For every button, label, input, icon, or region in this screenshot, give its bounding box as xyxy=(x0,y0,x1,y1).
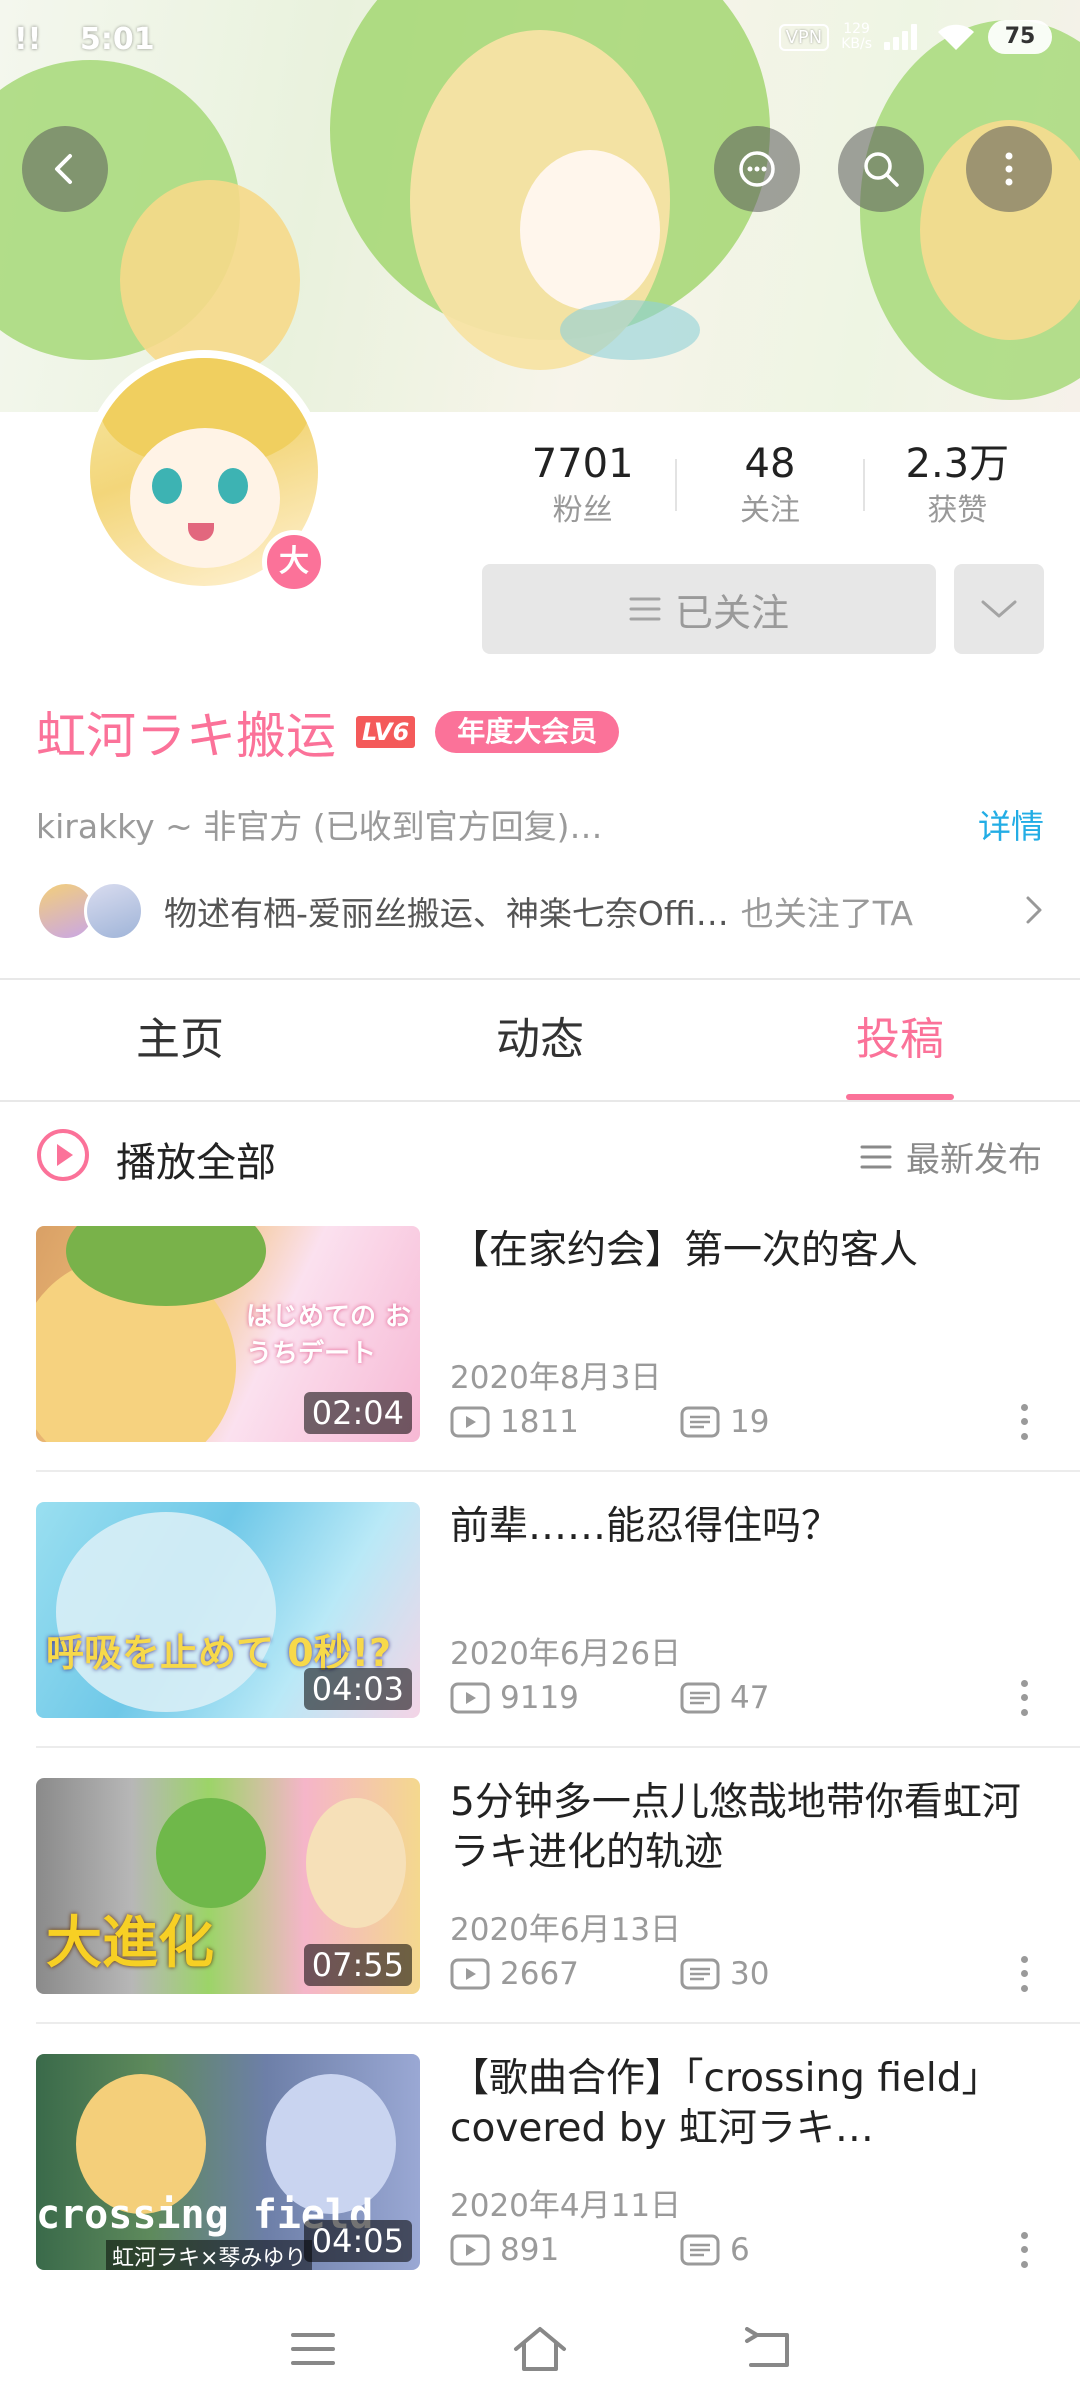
video-more-icon[interactable] xyxy=(1014,1676,1034,1720)
video-duration: 04:05 xyxy=(303,2220,412,2262)
video-more-icon[interactable] xyxy=(1014,1952,1034,1996)
video-duration: 07:55 xyxy=(303,1944,412,1986)
video-date: 2020年6月13日 xyxy=(450,1912,682,1948)
video-thumbnail[interactable]: はじめての おうちデート 02:04 xyxy=(36,1226,420,1442)
video-duration: 02:04 xyxy=(303,1392,412,1434)
home-button[interactable] xyxy=(510,2319,570,2379)
menu-icon xyxy=(291,2333,336,2365)
profile-tabs: 主页 动态 投稿 xyxy=(0,980,1080,1100)
sort-list-icon xyxy=(860,1145,892,1168)
vip-tag[interactable]: 年度大会员 xyxy=(435,711,620,753)
danmaku-count-icon xyxy=(680,1406,720,1438)
message-button[interactable] xyxy=(714,126,800,212)
likes-stat: 2.3万 获赞 xyxy=(905,441,1010,528)
vpn-indicator: VPN xyxy=(778,23,830,51)
video-item[interactable]: はじめての おうちデート 02:04 【在家约会】第一次的客人 2020年8月3… xyxy=(0,1226,1080,1502)
video-date: 2020年6月26日 xyxy=(450,1636,682,1672)
play-count-icon xyxy=(450,1682,490,1714)
play-count-icon xyxy=(450,2234,490,2266)
thumbnail-caption: 大進化 xyxy=(46,1911,214,1976)
profile-banner: !! 5:01 VPN 129 KB/s 75 xyxy=(0,0,1080,412)
video-title: 5分钟多一点儿悠哉地带你看虹河ラキ进化的轨迹 xyxy=(450,1780,1021,1875)
notification-indicator: !! xyxy=(14,22,42,57)
chevron-down-icon xyxy=(981,600,1017,618)
tab-uploads[interactable]: 投稿 xyxy=(720,980,1080,1100)
more-vertical-icon xyxy=(1005,152,1013,186)
system-nav-bar xyxy=(0,2290,1080,2408)
video-title: 【在家约会】第一次的客人 xyxy=(450,1228,919,1273)
list-header: 播放全部 最新发布 xyxy=(0,1102,1080,1212)
thumbnail-caption: はじめての おうちデート xyxy=(246,1302,412,1369)
vip-badge: 大 xyxy=(262,530,326,594)
mutual-avatars xyxy=(36,881,144,941)
video-item[interactable]: 大進化 07:55 5分钟多一点儿悠哉地带你看虹河ラキ进化的轨迹 2020年6月… xyxy=(0,1778,1080,2054)
video-more-icon[interactable] xyxy=(1014,2228,1034,2272)
recent-apps-button[interactable] xyxy=(283,2319,343,2379)
video-stats: 2667 30 xyxy=(450,1952,1050,1996)
back-nav-icon xyxy=(744,2327,789,2367)
expand-dropdown-button[interactable] xyxy=(954,564,1044,654)
back-button[interactable] xyxy=(22,126,108,212)
tab-dynamics[interactable]: 动态 xyxy=(360,980,720,1100)
following-stat[interactable]: 48 关注 xyxy=(677,439,862,531)
video-item[interactable]: 呼吸を止めて 0秒!? 04:03 前辈……能忍得住吗？ 2020年6月26日 … xyxy=(0,1502,1080,1778)
level-badge: LV6 xyxy=(356,716,416,748)
play-circle-icon[interactable] xyxy=(36,1128,90,1182)
battery-indicator: 75 xyxy=(988,20,1052,54)
video-duration: 04:03 xyxy=(303,1668,412,1710)
video-thumbnail[interactable]: crossing field 虹河ラキ×琴みゆり 04:05 xyxy=(36,2054,420,2270)
danmaku-count-icon xyxy=(680,2234,720,2266)
video-stats: 1811 19 xyxy=(450,1400,1050,1444)
signal-icon xyxy=(884,24,924,50)
back-nav-button[interactable] xyxy=(737,2319,797,2379)
play-all-button[interactable]: 播放全部 xyxy=(116,1130,276,1188)
video-thumbnail[interactable]: 呼吸を止めて 0秒!? 04:03 xyxy=(36,1502,420,1718)
video-title: 前辈……能忍得住吗？ xyxy=(450,1504,841,1549)
video-date: 2020年4月11日 xyxy=(450,2188,682,2224)
danmaku-count-icon xyxy=(680,1682,720,1714)
avatar xyxy=(84,881,144,941)
play-count-icon xyxy=(450,1958,490,1990)
mutual-suffix: 也关注了TA xyxy=(740,894,913,933)
video-more-icon[interactable] xyxy=(1014,1400,1034,1444)
user-signature: kirakky ~ 非官方 (已收到官方回复)… xyxy=(36,807,603,846)
search-button[interactable] xyxy=(838,126,924,212)
status-bar: !! 5:01 VPN 129 KB/s 75 xyxy=(0,0,1080,80)
list-divider xyxy=(36,1470,1080,1472)
video-title: 【歌曲合作】「crossing field」 covered by 虹河ラキ… xyxy=(450,2056,1001,2151)
search-icon xyxy=(864,152,899,187)
fans-stat[interactable]: 7701 粉丝 xyxy=(490,439,675,531)
play-count-icon xyxy=(450,1406,490,1438)
menu-lines-icon xyxy=(629,597,661,621)
video-thumbnail[interactable]: 大進化 07:55 xyxy=(36,1778,420,1994)
mutual-names: 物述有栖-爱丽丝搬运、神楽七奈Offi… xyxy=(164,894,729,933)
chat-bubble-icon xyxy=(739,151,775,187)
username-row: 虹河ラキ搬运 LV6 年度大会员 xyxy=(36,700,620,765)
thumbnail-subcaption: 虹河ラキ×琴みゆり xyxy=(106,2240,313,2270)
tab-home[interactable]: 主页 xyxy=(0,980,360,1100)
back-arrow-icon xyxy=(55,154,72,184)
details-link[interactable]: 详情 xyxy=(978,800,1044,848)
username: 虹河ラキ搬运 xyxy=(36,707,336,765)
sort-button[interactable]: 最新发布 xyxy=(860,1132,1042,1181)
profile-stats: 7701 粉丝 48 关注 2.3万 获赞 xyxy=(490,430,1050,540)
followed-button[interactable]: 已关注 xyxy=(482,564,936,654)
list-divider xyxy=(36,2022,1080,2024)
chevron-right-icon xyxy=(1026,896,1042,924)
mutual-follow-row[interactable]: 物述有栖-爱丽丝搬运、神楽七奈Offi… 也关注了TA xyxy=(36,878,1046,944)
list-divider xyxy=(36,1746,1080,1748)
status-time: 5:01 xyxy=(80,22,155,57)
more-button[interactable] xyxy=(966,126,1052,212)
video-date: 2020年8月3日 xyxy=(450,1360,662,1396)
video-stats: 9119 47 xyxy=(450,1676,1050,1720)
wifi-icon xyxy=(938,24,974,50)
video-stats: 891 6 xyxy=(450,2228,1050,2272)
video-item[interactable]: crossing field 虹河ラキ×琴みゆり 04:05 【歌曲合作】「cr… xyxy=(0,2054,1080,2330)
home-icon xyxy=(513,2327,566,2371)
network-speed: 129 KB/s xyxy=(841,21,872,52)
danmaku-count-icon xyxy=(680,1958,720,1990)
